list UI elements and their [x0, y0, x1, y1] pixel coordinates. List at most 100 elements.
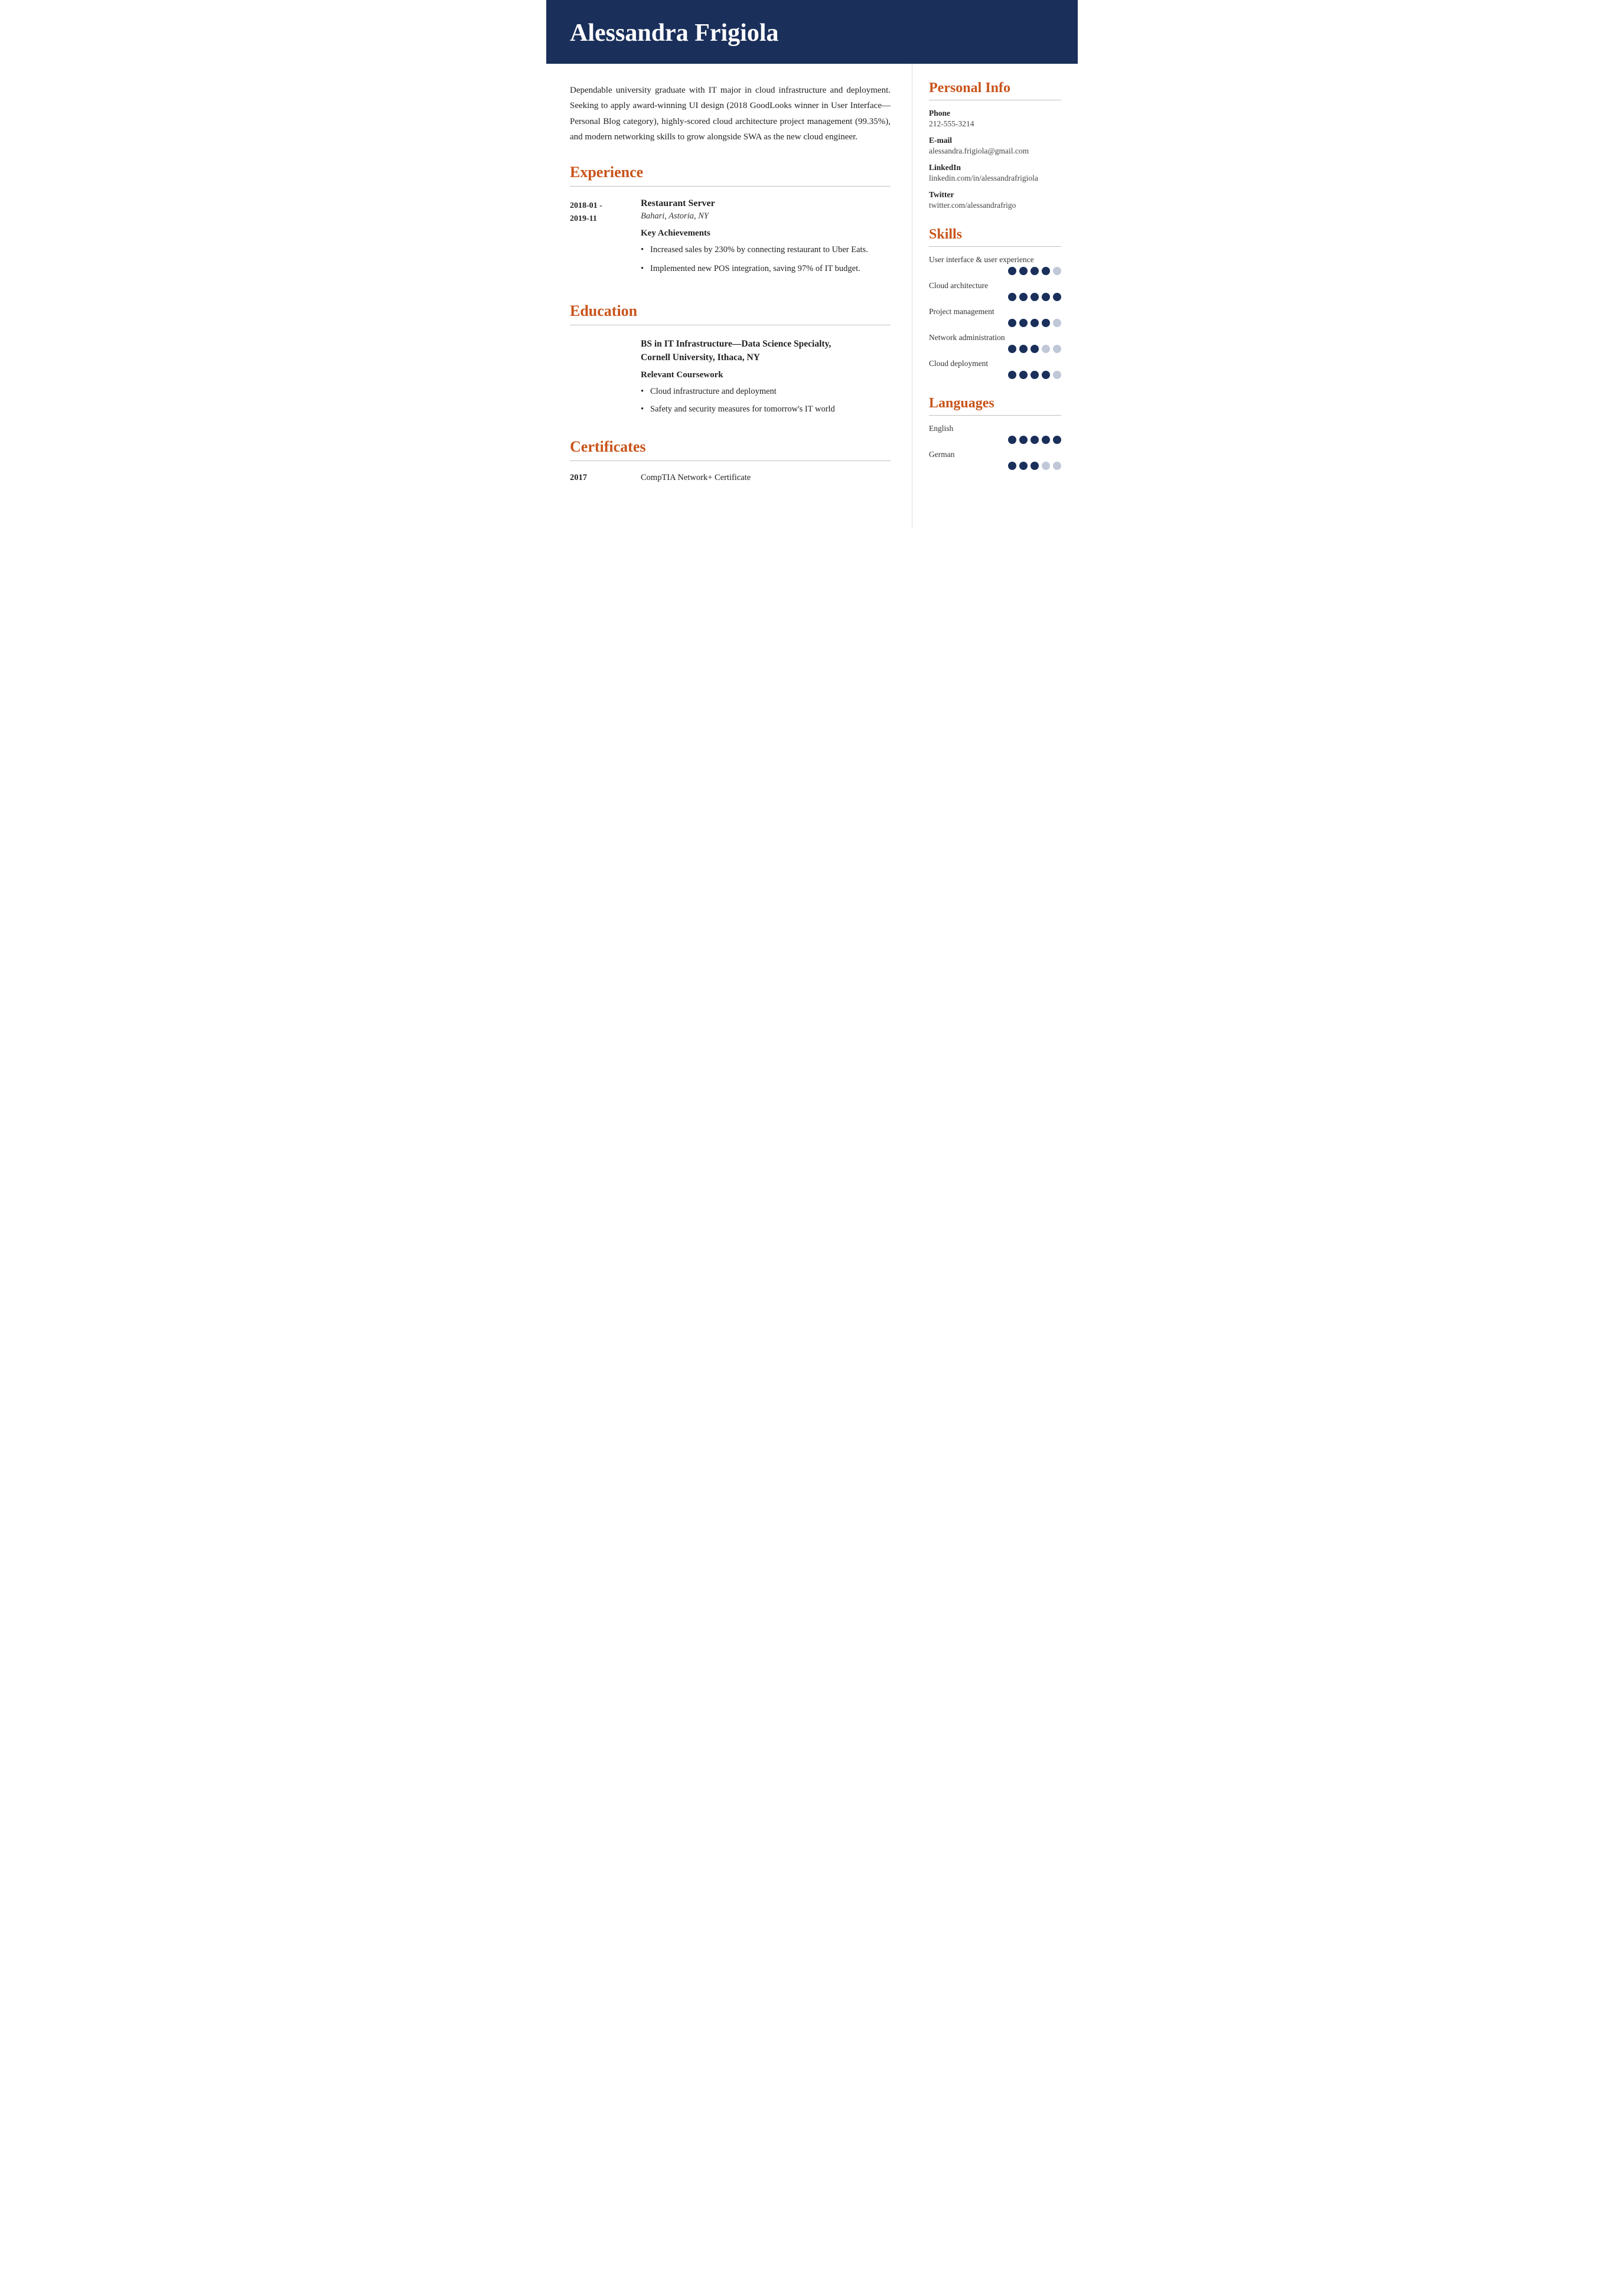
email-value: alessandra.frigiola@gmail.com: [929, 146, 1061, 156]
dot-filled: [1008, 436, 1016, 444]
language-name: English: [929, 424, 1061, 433]
education-entry: BS in IT Infrastructure—Data Science Spe…: [570, 337, 891, 417]
dot-filled: [1008, 371, 1016, 379]
experience-title: Experience: [570, 164, 891, 181]
twitter-label: Twitter: [929, 190, 1061, 200]
languages-title: Languages: [929, 396, 1061, 411]
dot-filled: [1031, 319, 1039, 327]
language-item: German: [929, 450, 1061, 470]
dot-empty: [1053, 345, 1061, 353]
skill-name: Project management: [929, 307, 1061, 316]
linkedin-label: LinkedIn: [929, 163, 1061, 172]
phone-label: Phone: [929, 109, 1061, 118]
dot-filled: [1053, 293, 1061, 301]
skills-divider: [929, 246, 1061, 247]
achievement-item: Implemented new POS integration, saving …: [641, 262, 891, 276]
cert-name: CompTIA Network+ Certificate: [641, 473, 751, 483]
course-item: Cloud infrastructure and deployment: [641, 385, 891, 399]
dot-filled: [1008, 293, 1016, 301]
job-company: Bahari, Astoria, NY: [641, 211, 891, 221]
dot-filled: [1019, 436, 1028, 444]
main-content: Dependable university graduate with IT m…: [546, 64, 1078, 528]
candidate-name: Alessandra Frigiola: [570, 19, 1054, 47]
achievements-label: Key Achievements: [641, 228, 891, 239]
skill-dots: [929, 371, 1061, 379]
course-item: Safety and security measures for tomorro…: [641, 403, 891, 417]
education-title: Education: [570, 302, 891, 320]
job-entry: 2018-01 - 2019-11 Restaurant Server Baha…: [570, 198, 891, 281]
summary-text: Dependable university graduate with IT m…: [570, 83, 891, 145]
cert-entry: 2017 CompTIA Network+ Certificate: [570, 473, 891, 483]
dot-filled: [1019, 371, 1028, 379]
certificates-divider: [570, 460, 891, 461]
skill-name: User interface & user experience: [929, 255, 1061, 264]
dot-filled: [1008, 319, 1016, 327]
left-column: Dependable university graduate with IT m…: [546, 64, 912, 528]
dot-filled: [1019, 293, 1028, 301]
experience-divider: [570, 186, 891, 187]
dot-filled: [1008, 462, 1016, 470]
achievement-item: Increased sales by 230% by connecting re…: [641, 243, 891, 257]
dot-empty: [1053, 267, 1061, 275]
dot-filled: [1019, 345, 1028, 353]
dot-filled: [1008, 345, 1016, 353]
dot-filled: [1042, 319, 1050, 327]
dot-filled: [1031, 293, 1039, 301]
job-details: Restaurant Server Bahari, Astoria, NY Ke…: [641, 198, 891, 281]
dot-filled: [1042, 267, 1050, 275]
skill-item: Project management: [929, 307, 1061, 327]
dot-empty: [1053, 371, 1061, 379]
dot-empty: [1042, 345, 1050, 353]
coursework-label: Relevant Coursework: [641, 370, 891, 380]
language-item: English: [929, 424, 1061, 444]
skills-title: Skills: [929, 227, 1061, 243]
education-section: Education BS in IT Infrastructure—Data S…: [570, 302, 891, 417]
dot-empty: [1053, 462, 1061, 470]
skills-list: User interface & user experience Cloud ar…: [929, 255, 1061, 379]
languages-list: English German: [929, 424, 1061, 470]
email-label: E-mail: [929, 136, 1061, 145]
certificates-title: Certificates: [570, 438, 891, 456]
language-dots: [929, 436, 1061, 444]
language-dots: [929, 462, 1061, 470]
dot-empty: [1042, 462, 1050, 470]
skill-name: Network administration: [929, 333, 1061, 342]
cert-year: 2017: [570, 473, 641, 483]
skills-section: Skills User interface & user experience C…: [929, 227, 1061, 379]
skill-item: Cloud deployment: [929, 359, 1061, 379]
skill-name: Cloud deployment: [929, 359, 1061, 368]
job-date-end: 2019-11: [570, 214, 597, 223]
languages-section: Languages English German: [929, 396, 1061, 470]
dot-filled: [1019, 267, 1028, 275]
dot-empty: [1053, 319, 1061, 327]
edu-degree: BS in IT Infrastructure—Data Science Spe…: [641, 337, 891, 365]
job-dates: 2018-01 - 2019-11: [570, 198, 641, 281]
dot-filled: [1019, 462, 1028, 470]
achievements-list: Increased sales by 230% by connecting re…: [641, 243, 891, 276]
dot-filled: [1042, 371, 1050, 379]
skill-dots: [929, 319, 1061, 327]
dot-filled: [1031, 462, 1039, 470]
dot-filled: [1031, 345, 1039, 353]
dot-filled: [1031, 436, 1039, 444]
resume-header: Alessandra Frigiola: [546, 0, 1078, 64]
right-column: Personal Info Phone 212-555-3214 E-mail …: [912, 64, 1078, 528]
dot-filled: [1019, 319, 1028, 327]
skill-name: Cloud architecture: [929, 281, 1061, 290]
personal-info-title: Personal Info: [929, 80, 1061, 96]
dot-filled: [1008, 267, 1016, 275]
linkedin-value: linkedin.com/in/alessandrafrigiola: [929, 174, 1061, 183]
languages-divider: [929, 415, 1061, 416]
skill-item: Network administration: [929, 333, 1061, 353]
language-name: German: [929, 450, 1061, 459]
dot-filled: [1031, 371, 1039, 379]
dot-filled: [1042, 436, 1050, 444]
dot-filled: [1053, 436, 1061, 444]
personal-info-section: Personal Info Phone 212-555-3214 E-mail …: [929, 80, 1061, 210]
skill-dots: [929, 345, 1061, 353]
skill-dots: [929, 267, 1061, 275]
skill-dots: [929, 293, 1061, 301]
coursework-list: Cloud infrastructure and deployment Safe…: [641, 385, 891, 417]
experience-section: Experience 2018-01 - 2019-11 Restaurant …: [570, 164, 891, 281]
skill-item: Cloud architecture: [929, 281, 1061, 301]
